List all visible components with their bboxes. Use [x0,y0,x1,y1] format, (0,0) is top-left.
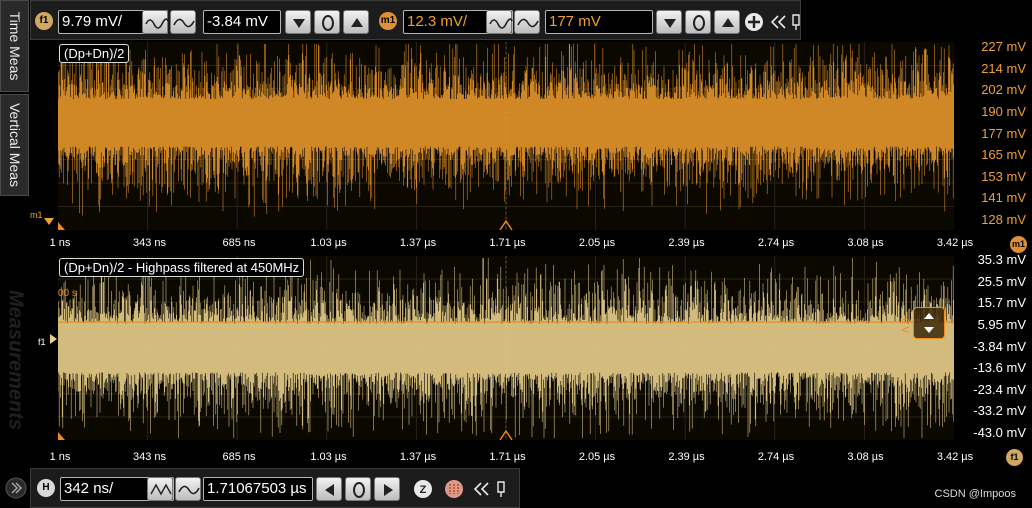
y-tick-label: 214 mV [981,60,1026,76]
expand-drawer-icon[interactable] [4,476,28,500]
pin-icon[interactable] [791,10,801,34]
m1-ground-marker[interactable]: m1 [30,210,43,220]
y-tick-label: 165 mV [981,147,1026,163]
y-tick-label: 177 mV [981,125,1026,141]
timebase-toolbar: H 342 ns/ 1.71067503 µs Z [30,468,520,508]
channel-toolbar: f1 9.79 mV/ -3.84 mV m1 12.3 mV/ 177 mV [30,0,801,40]
x-tick-label: 3.08 µs [847,451,884,463]
x-tick-label: 2.74 µs [757,451,795,463]
x-tick-label: 343 ns [132,237,167,249]
x-tick-label: 685 ns [222,451,256,463]
time-right-arrow-icon[interactable] [374,477,400,501]
y-tick-label: -3.84 mV [973,338,1026,354]
time-zero-icon[interactable] [345,477,371,501]
x-tick-label: 1.37 µs [399,237,437,249]
pin-icon[interactable] [495,477,507,501]
tab-vertical-meas[interactable]: Vertical Meas [0,94,29,196]
y-tick-label: 128 mV [981,212,1026,227]
y-tick-label: 15.7 mV [977,295,1026,311]
m1-xaxis-badge[interactable]: m1 [1010,236,1027,253]
x-tick-label: 1 ns [49,451,71,463]
left-edge-marker [58,432,65,440]
cursor-drag-handle[interactable] [913,307,945,339]
x-tick-label: 343 ns [132,451,167,463]
f1-badge[interactable]: f1 [35,12,53,30]
waveform-f1-trace [58,256,954,440]
time-position-field[interactable]: 1.71067503 µs [203,477,313,501]
x-tick-label: 685 ns [222,237,256,249]
y-tick-label: 5.95 mV [977,316,1026,332]
m1-badge[interactable]: m1 [379,12,397,30]
tab-time-meas[interactable]: Time Meas [0,0,29,92]
f1-down-arrow-icon[interactable] [285,10,311,34]
waveform-panel-m1[interactable]: (Dp+Dn)/2 [58,42,954,230]
panel-title: (Dp+Dn)/2 [59,44,130,63]
f1-sine-icon[interactable] [170,10,196,34]
zoom-icon[interactable]: Z [412,477,434,501]
y-tick-label: -23.4 mV [973,381,1026,397]
x-tick-label: 3.42 µs [936,237,974,249]
x-tick-label: 1.03 µs [310,451,347,463]
y-tick-label: 153 mV [981,168,1026,184]
m1-wave-icon[interactable] [486,10,513,34]
add-icon[interactable] [744,10,766,34]
f1-wave-icon[interactable] [142,10,169,34]
svg-text:Z: Z [420,484,427,496]
x-tick-label: 1 ns [49,237,71,249]
f1-zero-icon[interactable] [314,10,340,34]
y-tick-label: 35.3 mV [977,252,1026,267]
f1-up-arrow-icon[interactable] [343,10,369,34]
source-watermark: CSDN @Impoos [934,488,1016,500]
x-tick-label: 2.74 µs [757,237,795,249]
y-tick-label: 141 mV [981,190,1026,206]
x-tick-label: 2.39 µs [668,451,705,463]
y-tick-label: 202 mV [981,82,1026,98]
x-tick-label: 1.03 µs [310,237,347,249]
f1-level-arrow[interactable] [50,334,57,344]
m1-level-arrow[interactable] [44,218,54,225]
y-tick-label: 227 mV [981,39,1026,54]
m1-sine-icon[interactable] [514,10,540,34]
measurements-drawer-label[interactable]: Measurements [0,260,29,460]
y-tick-label: 190 mV [981,103,1026,119]
x-tick-label: 2.05 µs [578,237,616,249]
m1-up-arrow-icon[interactable] [714,10,740,34]
x-tick-label: 1.37 µs [399,451,437,463]
cursor-voltage-readout: 0 V [899,317,911,334]
x-tick-label: 2.39 µs [668,237,705,249]
y-tick-label: 25.5 mV [977,273,1026,289]
y-tick-label: -43.0 mV [973,425,1026,440]
collapse-left-icon[interactable] [768,10,790,34]
timebase-sine-icon[interactable] [175,477,201,501]
waveform-m1-trace [58,42,954,230]
m1-zero-icon[interactable] [685,10,711,34]
collapse-left-icon[interactable] [471,477,493,501]
m1-offset-field[interactable]: 177 mV [545,10,653,34]
f1-xaxis-badge[interactable]: f1 [1006,449,1023,466]
x-tick-label: 3.42 µs [936,451,974,463]
waveform-panel-f1[interactable]: (Dp+Dn)/2 - Highpass filtered at 450MHz … [58,256,954,440]
x-tick-label: 1.71 µs [489,451,526,463]
x-tick-label: 2.05 µs [578,451,616,463]
timebase-wave-icon[interactable] [147,477,173,501]
x-tick-label: 1.71 µs [489,237,526,249]
h-badge[interactable]: H [37,479,55,497]
cursor-time-readout: 00 s [58,288,77,299]
y-tick-label: -13.6 mV [973,360,1026,376]
x-tick-label: 3.08 µs [847,237,884,249]
time-left-arrow-icon[interactable] [316,477,342,501]
panel-title: (Dp+Dn)/2 - Highpass filtered at 450MHz [59,258,305,277]
y-tick-label: -33.2 mV [973,403,1026,419]
left-edge-marker [58,222,65,230]
m1-down-arrow-icon[interactable] [656,10,682,34]
f1-offset-field[interactable]: -3.84 mV [203,10,281,34]
segment-icon[interactable] [443,477,465,501]
f1-ground-marker[interactable]: f1 [38,337,46,347]
